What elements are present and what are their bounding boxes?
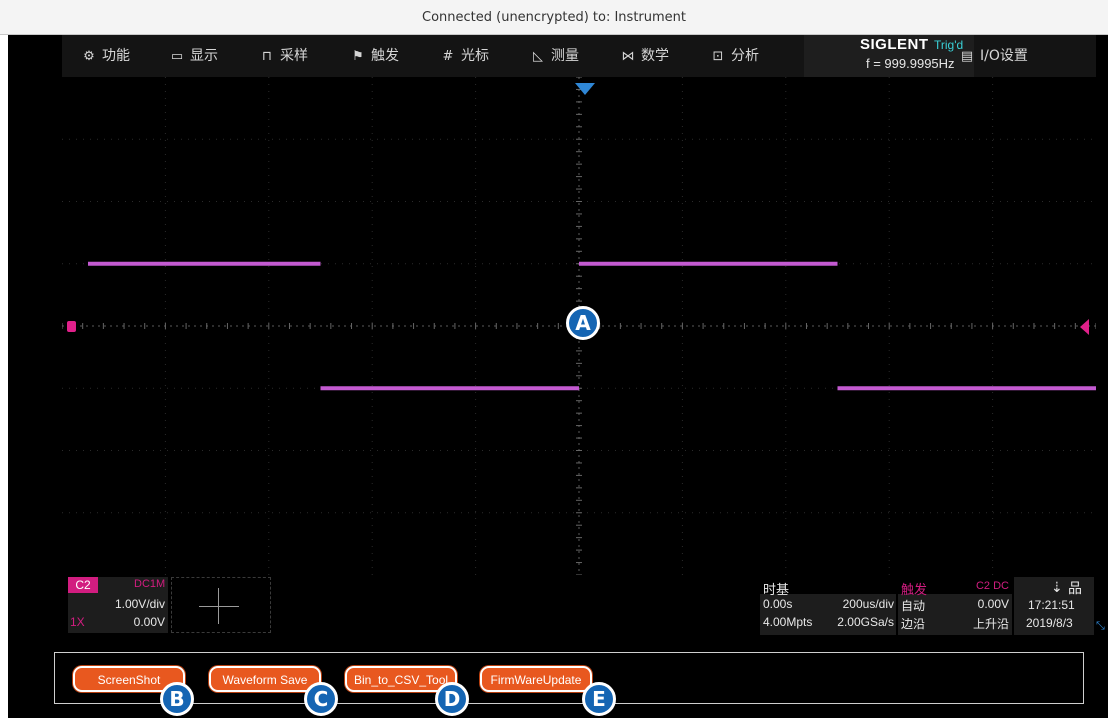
- trigger-title: 触发: [901, 582, 928, 597]
- menu-display-label: 显示: [190, 48, 218, 64]
- top-menu-bar: ⚙ 功能 ▭ 显示 ⊓ 采样 ⚑ 触发 # 光标 ◺ 测量 ⋈ 数学 ⊡ 分析 SIGLENT …: [62, 35, 1096, 77]
- oscilloscope-screen: ⚙ 功能 ▭ 显示 ⊓ 采样 ⚑ 触发 # 光标 ◺ 测量 ⋈ 数学 ⊡ 分析 SIGLENT …: [8, 35, 1108, 718]
- monitor-icon: ▭: [170, 49, 184, 64]
- channel-2-info[interactable]: C2 DC1M 1.00V/div 1X 0.00V: [68, 577, 168, 633]
- window-left-edge: [0, 35, 8, 718]
- trigger-slope: 上升沿: [972, 617, 1009, 631]
- brand-status-box: SIGLENT Trig'd f = 999.9995Hz: [804, 35, 974, 77]
- trigger-position-marker[interactable]: [575, 83, 595, 95]
- plus-icon-h: [199, 606, 239, 607]
- trigger-status: Trig'd: [934, 38, 964, 52]
- clock-time: 17:21:51: [1028, 598, 1075, 612]
- plus-icon-v: [218, 588, 219, 624]
- menu-cursors[interactable]: # 光标: [441, 35, 489, 77]
- waveform-save-button[interactable]: Waveform Save: [209, 666, 321, 692]
- trigger-level: 0.00V: [977, 597, 1009, 611]
- cursor-hash-icon: #: [442, 49, 454, 64]
- menu-analysis[interactable]: ⊡ 分析: [711, 35, 759, 77]
- window-title-bar: Connected (unencrypted) to: Instrument: [0, 0, 1108, 35]
- menu-acquire[interactable]: ⊓ 采样: [260, 35, 308, 77]
- frequency-readout: f = 999.9995Hz: [866, 56, 955, 71]
- menu-io-label: I/O设置: [980, 48, 1028, 64]
- gear-icon: ⚙: [83, 49, 95, 64]
- timebase-panel[interactable]: 时基 0.00s 200us/div 4.00Mpts 2.00GSa/s: [760, 579, 896, 635]
- trigger-source: C2 DC: [975, 580, 1009, 592]
- status-datetime-panel: ⇣ 品 17:21:51 2019/8/3: [1014, 577, 1094, 635]
- channel-tag: C2: [68, 577, 98, 593]
- menu-acquire-label: 采样: [280, 48, 308, 64]
- menu-measure-label: 测量: [551, 48, 579, 64]
- clock-date: 2019/8/3: [1026, 616, 1073, 630]
- callout-b: B: [160, 682, 194, 716]
- expand-icon[interactable]: ⤡: [1096, 620, 1105, 633]
- ruler-icon: ◺: [533, 49, 543, 64]
- timebase-memory: 4.00Mpts: [763, 615, 813, 629]
- callout-c: C: [304, 682, 338, 716]
- timebase-delay: 0.00s: [763, 597, 793, 611]
- acquire-icon: ⊓: [261, 49, 273, 64]
- timebase-title: 时基: [763, 582, 790, 597]
- channel-coupling: DC1M: [134, 578, 166, 590]
- trigger-level-marker[interactable]: [1080, 319, 1089, 335]
- brand-logo: SIGLENT: [860, 36, 929, 53]
- flag-icon: ⚑: [352, 49, 364, 64]
- channel-offset: 0.00V: [133, 615, 165, 629]
- network-icon: 品: [1068, 580, 1082, 596]
- menu-function[interactable]: ⚙ 功能: [82, 35, 130, 77]
- menu-cursors-label: 光标: [461, 48, 489, 64]
- channel-probe: 1X: [70, 615, 85, 629]
- add-channel-box[interactable]: [171, 577, 271, 633]
- callout-d: D: [435, 682, 469, 716]
- trigger-panel[interactable]: 触发 C2 DC 自动 0.00V 边沿 上升沿: [898, 579, 1012, 635]
- callout-a: A: [566, 306, 600, 340]
- tool-button-panel: ScreenShot Waveform Save Bin_to_CSV_Tool…: [54, 652, 1084, 704]
- menu-analysis-label: 分析: [731, 48, 759, 64]
- window-title: Connected (unencrypted) to: Instrument: [422, 10, 686, 25]
- trigger-mode: 自动: [901, 599, 926, 613]
- menu-math[interactable]: ⋈ 数学: [621, 35, 670, 77]
- math-icon: ⋈: [621, 49, 635, 64]
- channel-offset-marker[interactable]: [67, 321, 76, 332]
- timebase-sample-rate: 2.00GSa/s: [837, 615, 894, 629]
- firmware-update-button[interactable]: FirmWareUpdate: [480, 666, 592, 692]
- callout-e: E: [582, 682, 616, 716]
- menu-math-label: 数学: [641, 48, 669, 64]
- document-icon: ▤: [960, 49, 974, 64]
- menu-io-settings[interactable]: ▤ I/O设置: [960, 35, 1028, 77]
- menu-function-label: 功能: [102, 48, 130, 64]
- menu-display[interactable]: ▭ 显示: [170, 35, 218, 77]
- analyze-icon: ⊡: [712, 49, 724, 64]
- timebase-scale: 200us/div: [842, 597, 894, 611]
- trigger-type: 边沿: [901, 617, 926, 631]
- usb-icon: ⇣: [1051, 579, 1063, 595]
- channel-scale: 1.00V/div: [114, 597, 165, 611]
- menu-trigger[interactable]: ⚑ 触发: [351, 35, 399, 77]
- menu-trigger-label: 触发: [371, 48, 399, 64]
- menu-measure[interactable]: ◺ 测量: [531, 35, 579, 77]
